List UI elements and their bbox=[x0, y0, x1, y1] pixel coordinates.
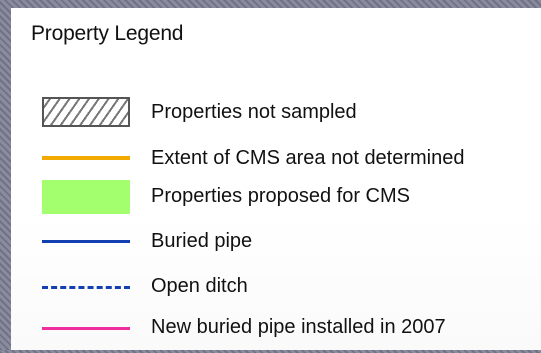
green-fill-symbol bbox=[42, 180, 130, 214]
legend-item-properties-proposed-cms: Properties proposed for CMS bbox=[11, 178, 541, 218]
property-legend-panel: Property Legend Properties not sampled E… bbox=[11, 8, 541, 350]
legend-title: Property Legend bbox=[31, 22, 184, 45]
blue-dashed-line-symbol bbox=[42, 286, 130, 289]
legend-item-buried-pipe: Buried pipe bbox=[11, 227, 541, 267]
legend-item-label: Extent of CMS area not determined bbox=[151, 147, 465, 169]
legend-item-label: Properties not sampled bbox=[151, 101, 357, 123]
legend-item-label: Buried pipe bbox=[151, 230, 253, 252]
legend-item-properties-not-sampled: Properties not sampled bbox=[11, 94, 541, 134]
legend-item-label: New buried pipe installed in 2007 bbox=[151, 316, 446, 338]
legend-item-cms-extent-undetermined: Extent of CMS area not determined bbox=[11, 140, 541, 180]
legend-item-label: Properties proposed for CMS bbox=[151, 185, 411, 207]
hatched-box-symbol bbox=[42, 97, 130, 127]
orange-line-symbol bbox=[42, 156, 130, 160]
legend-item-label: Open ditch bbox=[151, 275, 248, 297]
blue-solid-line-symbol bbox=[42, 240, 130, 243]
legend-item-open-ditch: Open ditch bbox=[11, 272, 541, 312]
legend-item-new-buried-pipe-2007: New buried pipe installed in 2007 bbox=[11, 313, 541, 353]
pink-line-symbol bbox=[42, 327, 130, 330]
